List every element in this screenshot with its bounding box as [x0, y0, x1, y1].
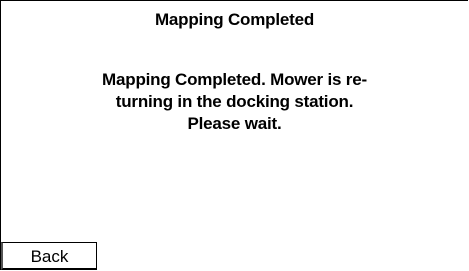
- back-button[interactable]: Back: [1, 242, 97, 270]
- status-message: Mapping Completed. Mower is re- turning …: [102, 70, 367, 133]
- screen-title: Mapping Completed: [154, 10, 315, 29]
- mapping-completed-screen: Mapping Completed Mapping Completed. Mow…: [0, 0, 468, 270]
